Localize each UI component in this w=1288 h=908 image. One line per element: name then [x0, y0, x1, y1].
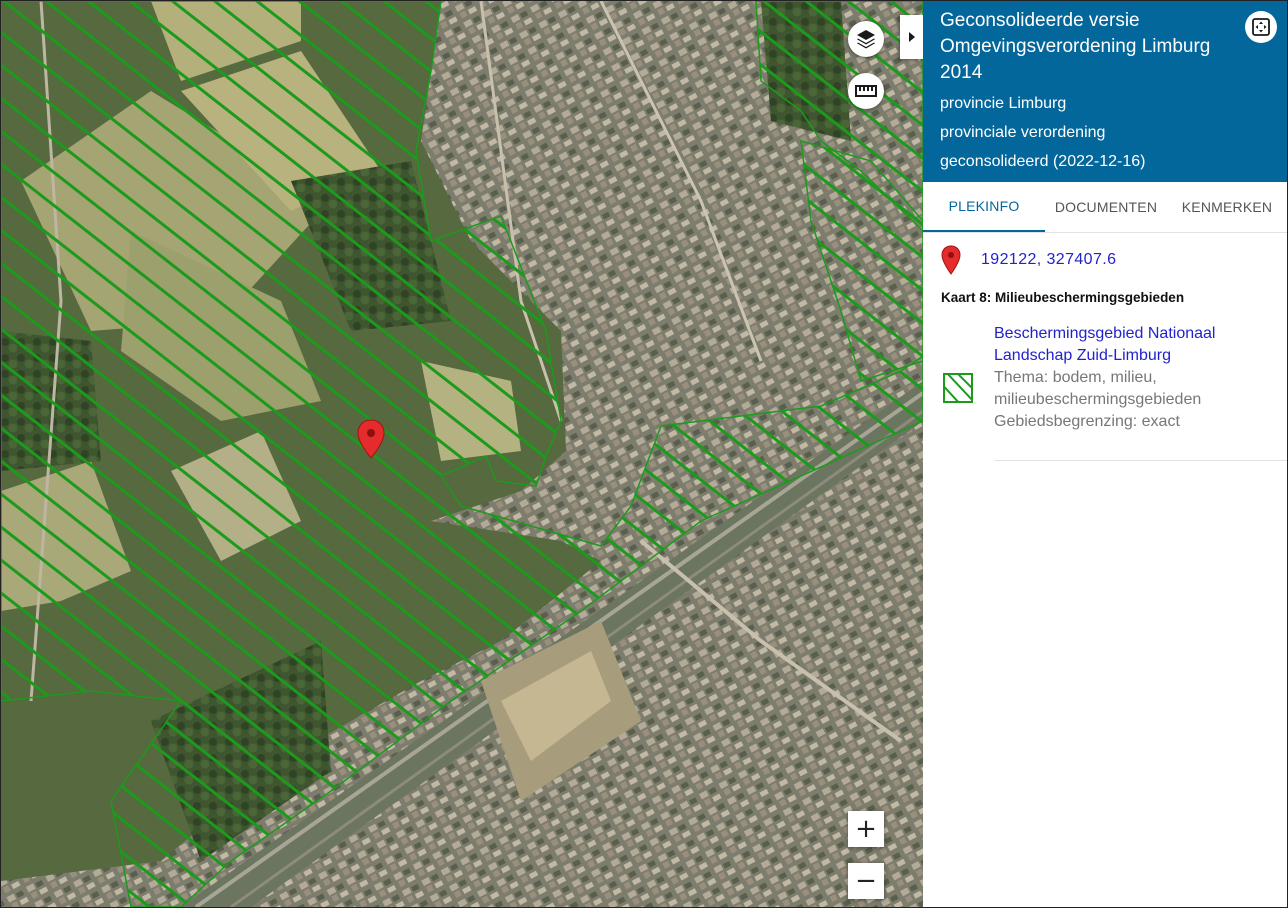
title-line-3: 2014	[940, 62, 983, 83]
fullscreen-button[interactable]	[1245, 11, 1277, 43]
tab-kenmerken[interactable]: KENMERKEN	[1167, 182, 1287, 232]
location-pin-icon	[941, 245, 961, 275]
feature-thema: Thema: bodem, milieu, milieubeschermings…	[994, 367, 1284, 411]
document-type-label: provinciale verordening	[940, 124, 1106, 141]
feature-thema-line-2: milieubeschermingsgebieden	[994, 391, 1202, 408]
location-pin-icon	[357, 419, 385, 459]
panel-tabs: PLEKINFO DOCUMENTEN KENMERKEN	[923, 182, 1287, 233]
measure-button[interactable]	[848, 73, 884, 109]
ruler-icon	[855, 85, 877, 97]
document-title: Geconsolideerde versie Omgevingsverorden…	[940, 8, 1233, 86]
info-panel: Geconsolideerde versie Omgevingsverorden…	[923, 1, 1287, 907]
feature-boundary: Gebiedsbegrenzing: exact	[994, 413, 1180, 430]
feature-details: Beschermingsgebied Nationaal Landschap Z…	[994, 323, 1284, 433]
hatch-legend-icon	[943, 373, 973, 403]
fullscreen-icon	[1252, 18, 1270, 36]
coordinates-link[interactable]: 192122, 327407.6	[981, 251, 1116, 269]
title-line-2: Omgevingsverordening Limburg	[940, 36, 1211, 57]
zoom-in-button[interactable]: +	[848, 811, 884, 847]
layers-button[interactable]	[848, 21, 884, 57]
feature-item: Beschermingsgebied Nationaal Landschap Z…	[923, 323, 1287, 483]
collapse-panel-button[interactable]	[900, 15, 923, 59]
map-view[interactable]: + −	[1, 1, 923, 907]
layers-icon	[857, 30, 875, 49]
document-meta: provincie Limburg provinciale verordenin…	[940, 89, 1233, 176]
zoom-out-button[interactable]: −	[848, 863, 884, 899]
tab-documenten[interactable]: DOCUMENTEN	[1045, 182, 1167, 232]
title-line-1: Geconsolideerde versie	[940, 10, 1140, 31]
map-section-title: Kaart 8: Milieubeschermingsgebieden	[941, 290, 1185, 305]
document-status-label: geconsolideerd (2022-12-16)	[940, 153, 1146, 170]
tab-plekinfo[interactable]: PLEKINFO	[923, 182, 1045, 232]
feature-thema-line-1: Thema: bodem, milieu,	[994, 369, 1157, 386]
feature-name-line-1: Beschermingsgebied Nationaal	[994, 325, 1216, 342]
aerial-map	[1, 1, 923, 907]
caret-right-icon	[909, 32, 915, 42]
feature-name-line-2: Landschap Zuid-Limburg	[994, 347, 1171, 364]
divider	[994, 460, 1287, 461]
feature-name-link[interactable]: Beschermingsgebied Nationaal Landschap Z…	[994, 323, 1284, 367]
authority-label: provincie Limburg	[940, 95, 1067, 112]
panel-header: Geconsolideerde versie Omgevingsverorden…	[923, 1, 1287, 182]
coordinate-row: 192122, 327407.6	[923, 233, 1287, 275]
app-frame: + − Geconsolideerde versie Omgevingsvero…	[0, 0, 1288, 908]
